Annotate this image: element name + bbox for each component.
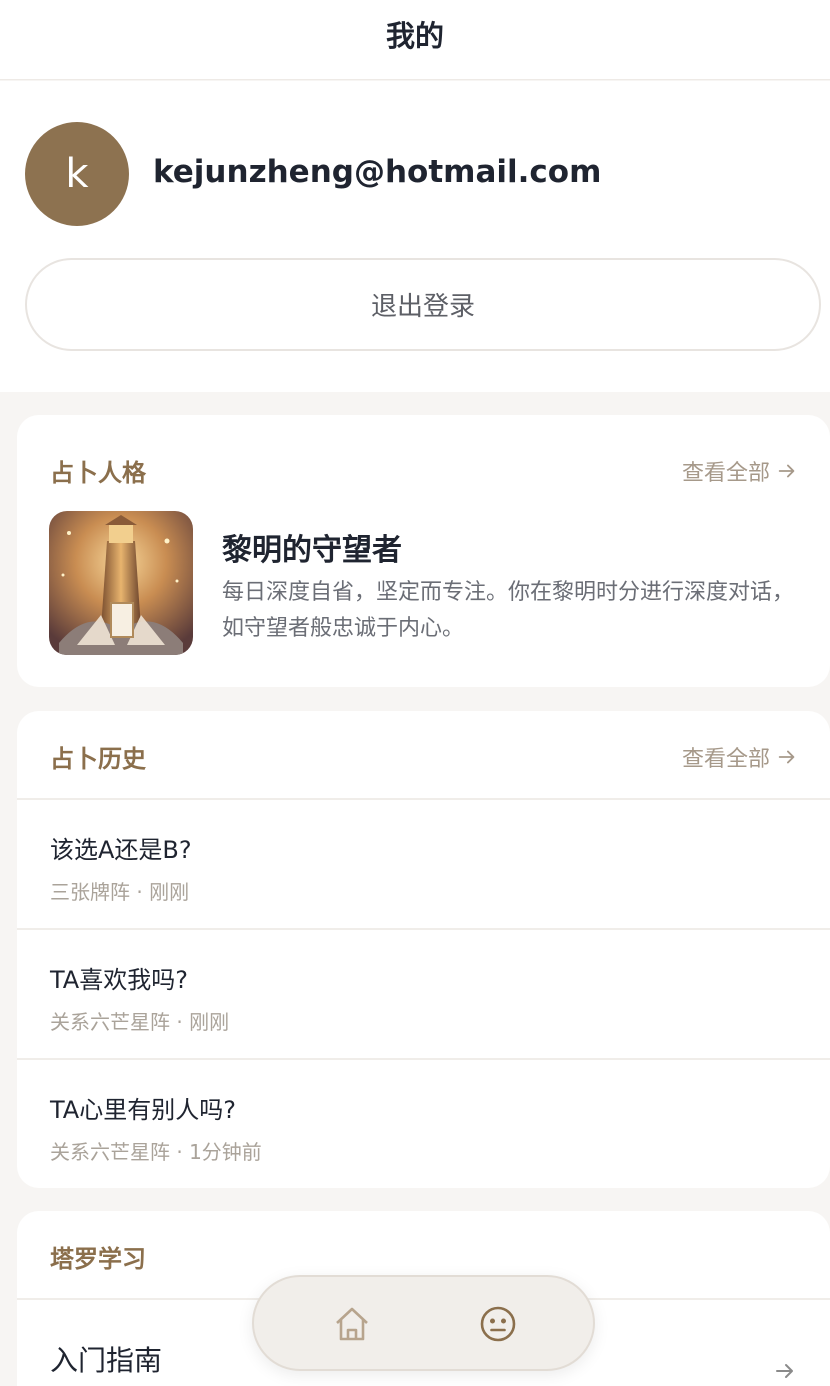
avatar[interactable]: k	[25, 122, 129, 226]
learn-item-guide[interactable]: 入门指南	[50, 1339, 162, 1379]
persona-card: 占卜人格 查看全部 黎明的守望者 每日深度自省，坚定而专注。你在黎明时分进行深度…	[17, 415, 830, 687]
persona-view-all-link[interactable]: 查看全部	[682, 455, 798, 487]
bottom-tab-bar	[252, 1275, 595, 1371]
history-view-all-link[interactable]: 查看全部	[682, 741, 798, 773]
persona-view-all-label: 查看全部	[681, 461, 770, 486]
history-section-title: 占卜历史	[50, 745, 146, 773]
arrow-right-icon[interactable]	[773, 1359, 797, 1383]
logout-button[interactable]: 退出登录	[25, 258, 821, 351]
persona-name: 黎明的守望者	[222, 533, 402, 568]
top-bar: 我的	[0, 0, 830, 80]
learn-section-title: 塔罗学习	[50, 1245, 146, 1273]
history-meta: 关系六芒星阵 · 刚刚	[50, 1010, 230, 1034]
history-item[interactable]: TA心里有别人吗? 关系六芒星阵 · 1分钟前	[17, 1060, 830, 1188]
history-view-all-label: 查看全部	[681, 747, 770, 772]
arrow-right-icon	[778, 464, 795, 478]
user-email: kejunzheng@hotmail.com	[153, 154, 602, 190]
persona-section-title: 占卜人格	[50, 459, 146, 487]
history-meta: 关系六芒星阵 · 1分钟前	[50, 1140, 262, 1164]
persona-image[interactable]	[49, 511, 193, 655]
history-card: 占卜历史 查看全部 该选A还是B? 三张牌阵 · 刚刚 TA喜欢我吗? 关系六芒…	[17, 711, 830, 1188]
history-question: 该选A还是B?	[50, 836, 192, 864]
history-item[interactable]: 该选A还是B? 三张牌阵 · 刚刚	[17, 800, 830, 928]
history-question: TA喜欢我吗?	[50, 966, 188, 994]
arrow-right-icon	[778, 750, 795, 764]
persona-description: 每日深度自省，坚定而专注。你在黎明时分进行深度对话，如守望者般忠诚于内心。	[222, 580, 795, 641]
page-title: 我的	[385, 18, 444, 53]
history-meta: 三张牌阵 · 刚刚	[50, 880, 190, 904]
history-item[interactable]: TA喜欢我吗? 关系六芒星阵 · 刚刚	[17, 930, 830, 1058]
home-icon[interactable]	[332, 1304, 372, 1344]
history-question: TA心里有别人吗?	[50, 1096, 236, 1124]
avatar-letter: k	[65, 151, 89, 197]
face-icon[interactable]	[478, 1304, 518, 1344]
profile-section: k kejunzheng@hotmail.com 退出登录	[0, 81, 830, 392]
